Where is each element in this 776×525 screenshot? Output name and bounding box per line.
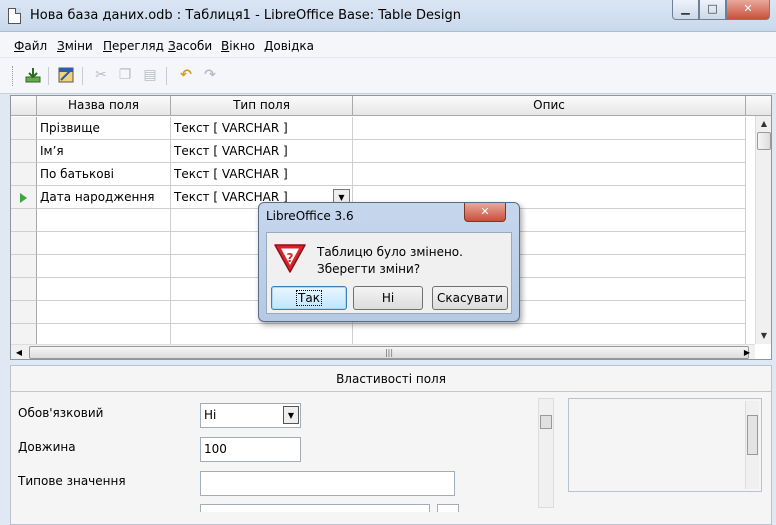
grid-vertical-scrollbar[interactable]: ▲ ▼ xyxy=(755,116,771,344)
scroll-down-icon[interactable]: ▼ xyxy=(756,328,771,344)
toolbar-separator xyxy=(82,67,83,85)
cell-name[interactable] xyxy=(37,209,171,232)
column-header-filler xyxy=(746,96,771,116)
cell-name[interactable] xyxy=(37,278,171,301)
cell-desc[interactable] xyxy=(353,140,746,163)
help-scrollbar[interactable] xyxy=(745,401,759,489)
row-selector[interactable] xyxy=(11,232,37,255)
field-properties-panel: Властивості поля Обов'язковий Ні ▼ Довжи… xyxy=(10,365,772,525)
row-selector[interactable] xyxy=(11,140,37,163)
maximize-button[interactable]: □ xyxy=(699,0,726,20)
scroll-left-icon[interactable]: ◀ xyxy=(11,345,27,359)
properties-scrollbar[interactable] xyxy=(538,398,554,508)
cell-name[interactable]: Дата народження xyxy=(37,186,171,209)
default-value-label: Типове значення xyxy=(18,474,126,488)
scroll-thumb-horizontal[interactable]: ||| xyxy=(29,346,749,359)
close-window-button[interactable]: ✕ xyxy=(726,0,770,20)
row-selector[interactable] xyxy=(11,255,37,278)
cell-type[interactable]: Текст [ VARCHAR ] xyxy=(171,117,353,140)
cell-name[interactable]: Ім’я xyxy=(37,140,171,163)
dialog-title: LibreOffice 3.6 xyxy=(266,209,354,223)
scroll-thumb[interactable] xyxy=(757,132,771,150)
cut-icon[interactable]: ✂ xyxy=(92,66,110,84)
cell-desc[interactable] xyxy=(353,117,746,140)
undo-icon[interactable]: ↶ xyxy=(177,66,195,84)
length-field[interactable]: 100 xyxy=(200,437,301,462)
cell-type[interactable]: Текст [ VARCHAR ] xyxy=(171,163,353,186)
grid-horizontal-scrollbar[interactable]: ◀ ||| ▶ xyxy=(11,344,755,359)
menu-view[interactable]: Перегляд xyxy=(103,39,164,53)
row-selector[interactable] xyxy=(11,117,37,140)
required-value: Ні xyxy=(204,408,217,422)
length-label: Довжина xyxy=(18,440,76,454)
cell-name[interactable]: По батькові xyxy=(37,163,171,186)
row-selector[interactable] xyxy=(11,163,37,186)
cancel-button[interactable]: Скасувати xyxy=(432,286,508,310)
toolbar-separator xyxy=(166,67,167,85)
cell-name[interactable] xyxy=(37,301,171,324)
design-icon[interactable] xyxy=(57,66,75,84)
required-select[interactable]: Ні ▼ xyxy=(200,403,301,428)
help-text-box xyxy=(568,398,762,492)
properties-scroll-thumb[interactable] xyxy=(540,415,552,429)
dialog-body: ? Таблицю було змінено. Зберегти зміни? … xyxy=(266,232,512,314)
cell-name[interactable]: Прізвище xyxy=(37,117,171,140)
current-row-arrow-icon xyxy=(20,193,27,203)
window-titlebar: Нова база даних.odb : Таблиця1 - LibreOf… xyxy=(0,0,776,32)
minimize-button[interactable]: ▁ xyxy=(672,0,699,20)
document-icon xyxy=(8,8,21,24)
window-title: Нова база даних.odb : Таблиця1 - LibreOf… xyxy=(30,8,461,23)
column-header-field-name[interactable]: Назва поля xyxy=(37,96,171,116)
menu-window[interactable]: Вікно xyxy=(221,39,255,53)
row-selector[interactable] xyxy=(11,301,37,324)
warning-icon: ? xyxy=(273,242,307,274)
toolbar-separator xyxy=(48,67,49,85)
row-selector[interactable] xyxy=(11,186,37,209)
copy-icon[interactable]: ❐ xyxy=(116,66,134,84)
menu-file[interactable]: Файл xyxy=(14,39,47,53)
properties-title: Властивості поля xyxy=(11,366,771,392)
help-scroll-thumb[interactable] xyxy=(747,415,758,455)
cell-type[interactable]: Текст [ VARCHAR ] xyxy=(171,140,353,163)
save-changes-dialog: LibreOffice 3.6 ✕ ? Таблицю було змінено… xyxy=(258,202,520,322)
column-header-description[interactable]: Опис xyxy=(353,96,746,116)
standard-toolbar: ✂ ❐ ▤ ↶ ↷ xyxy=(0,58,776,94)
menu-help[interactable]: Довідка xyxy=(264,39,314,53)
cell-name[interactable] xyxy=(37,232,171,255)
row-header-corner xyxy=(11,96,37,116)
svg-text:?: ? xyxy=(287,251,294,265)
yes-button-label: Так xyxy=(296,290,322,306)
dialog-message-line2: Зберегти зміни? xyxy=(317,262,421,276)
dialog-message: Таблицю було змінено. Зберегти зміни? xyxy=(317,244,463,278)
required-label: Обов'язковий xyxy=(18,406,104,420)
yes-button[interactable]: Так xyxy=(271,286,347,310)
row-selector[interactable] xyxy=(11,278,37,301)
save-icon[interactable] xyxy=(24,66,42,84)
menu-edit[interactable]: Зміни xyxy=(57,39,93,53)
scroll-right-icon[interactable]: ▶ xyxy=(739,345,755,359)
menu-tools[interactable]: Засоби xyxy=(168,39,212,53)
scroll-up-icon[interactable]: ▲ xyxy=(756,116,771,132)
no-button[interactable]: Ні xyxy=(353,286,423,310)
cell-desc[interactable] xyxy=(353,163,746,186)
row-selector[interactable] xyxy=(11,209,37,232)
cell-name[interactable] xyxy=(37,255,171,278)
dialog-close-button[interactable]: ✕ xyxy=(464,203,506,222)
dialog-message-line1: Таблицю було змінено. xyxy=(317,245,463,259)
next-property-button[interactable] xyxy=(437,504,459,512)
menu-bar: Файл Зміни Перегляд Засоби Вікно Довідка xyxy=(0,32,776,58)
next-property-field[interactable] xyxy=(200,504,430,512)
chevron-down-icon[interactable]: ▼ xyxy=(283,406,299,424)
paste-icon[interactable]: ▤ xyxy=(141,66,159,84)
toolbar-grip[interactable] xyxy=(12,66,15,86)
redo-icon[interactable]: ↷ xyxy=(201,66,219,84)
default-value-field[interactable] xyxy=(200,471,455,496)
column-header-field-type[interactable]: Тип поля xyxy=(171,96,353,116)
